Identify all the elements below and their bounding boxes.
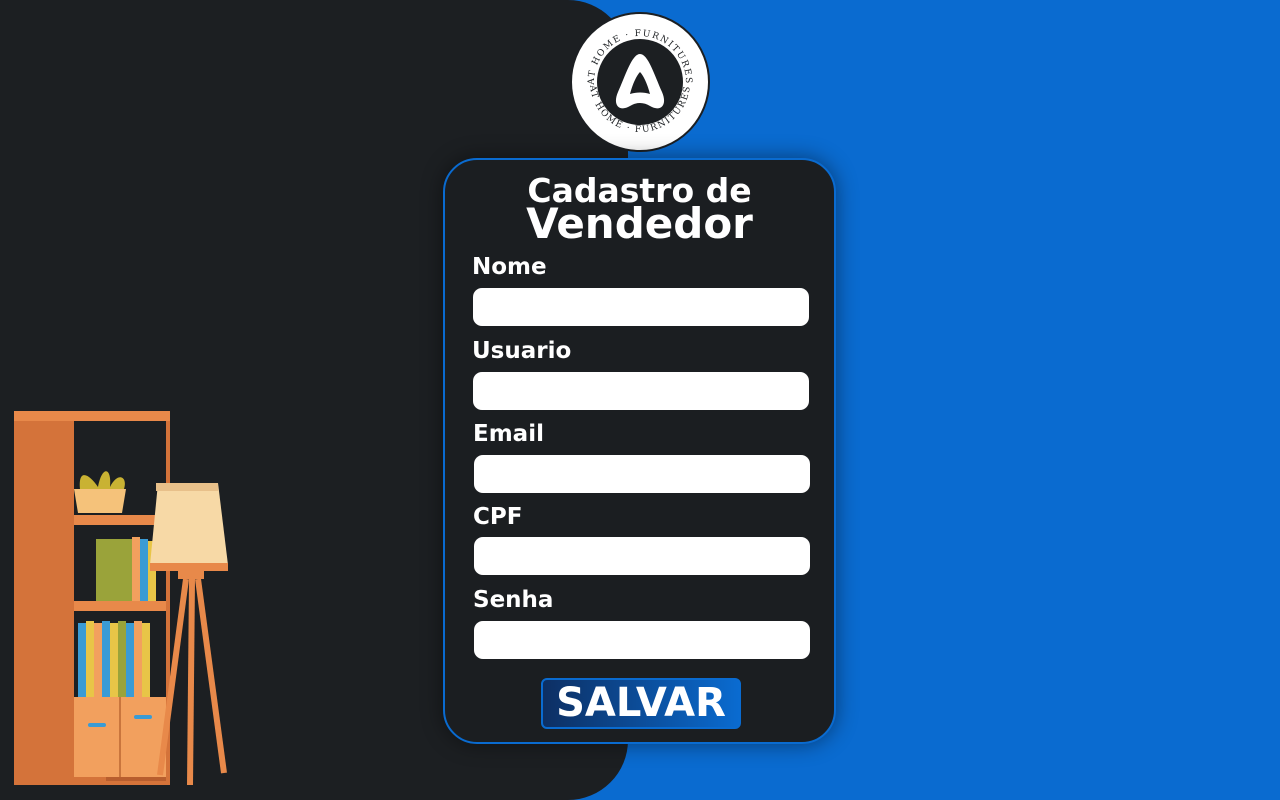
email-input[interactable] [474, 455, 810, 493]
senha-input[interactable] [474, 621, 810, 659]
page-title: Cadastro de Vendedor [445, 174, 834, 245]
nome-input[interactable] [473, 288, 809, 326]
cpf-input[interactable] [474, 537, 810, 575]
seller-registration-card: Cadastro de Vendedor Nome Usuario Email … [443, 158, 836, 744]
brand-logo: AT HOME · FURNITURES AT HOME · FURNITURE… [570, 12, 710, 152]
nome-label: Nome [472, 254, 547, 280]
usuario-input[interactable] [473, 372, 809, 410]
furniture-illustration [14, 411, 228, 786]
title-line-2: Vendedor [526, 199, 753, 248]
usuario-label: Usuario [472, 338, 572, 364]
senha-label: Senha [473, 587, 554, 613]
save-button[interactable]: SALVAR [541, 678, 741, 729]
email-label: Email [473, 421, 544, 447]
cpf-label: CPF [473, 504, 523, 530]
